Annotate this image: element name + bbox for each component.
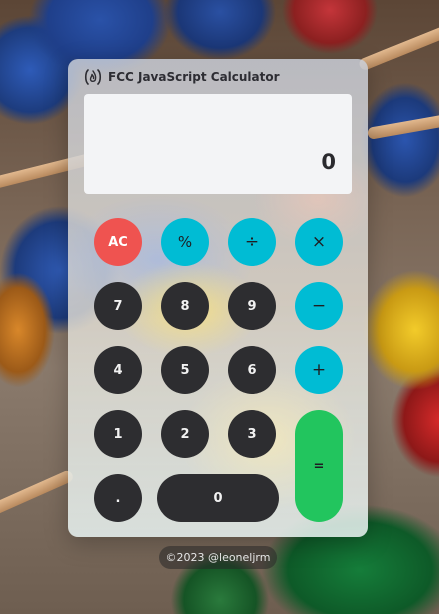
divide-button[interactable]: ÷	[228, 218, 276, 266]
display-value: 0	[321, 150, 336, 174]
add-button[interactable]: +	[295, 346, 343, 394]
abacus-rod	[0, 468, 75, 517]
footer-credit: ©2023 @leoneljrm	[159, 546, 277, 569]
freecodecamp-flame-icon	[83, 69, 103, 85]
equals-button[interactable]: =	[295, 410, 343, 522]
percent-button[interactable]: %	[161, 218, 209, 266]
digit-1-button[interactable]: 1	[94, 410, 142, 458]
calculator-panel: FCC JavaScript Calculator 0 AC % ÷ × 7 8…	[68, 59, 368, 537]
app-title: FCC JavaScript Calculator	[108, 70, 280, 84]
decimal-button[interactable]: .	[94, 474, 142, 522]
abacus-rod	[357, 22, 439, 72]
abacus-rod	[366, 114, 439, 140]
calculator-display: 0	[84, 94, 352, 194]
digit-9-button[interactable]: 9	[228, 282, 276, 330]
subtract-button[interactable]: −	[295, 282, 343, 330]
digit-8-button[interactable]: 8	[161, 282, 209, 330]
digit-6-button[interactable]: 6	[228, 346, 276, 394]
app-header: FCC JavaScript Calculator	[83, 68, 280, 86]
multiply-button[interactable]: ×	[295, 218, 343, 266]
digit-2-button[interactable]: 2	[161, 410, 209, 458]
digit-0-button[interactable]: 0	[157, 474, 279, 522]
digit-3-button[interactable]: 3	[228, 410, 276, 458]
clear-button[interactable]: AC	[94, 218, 142, 266]
digit-5-button[interactable]: 5	[161, 346, 209, 394]
digit-4-button[interactable]: 4	[94, 346, 142, 394]
digit-7-button[interactable]: 7	[94, 282, 142, 330]
